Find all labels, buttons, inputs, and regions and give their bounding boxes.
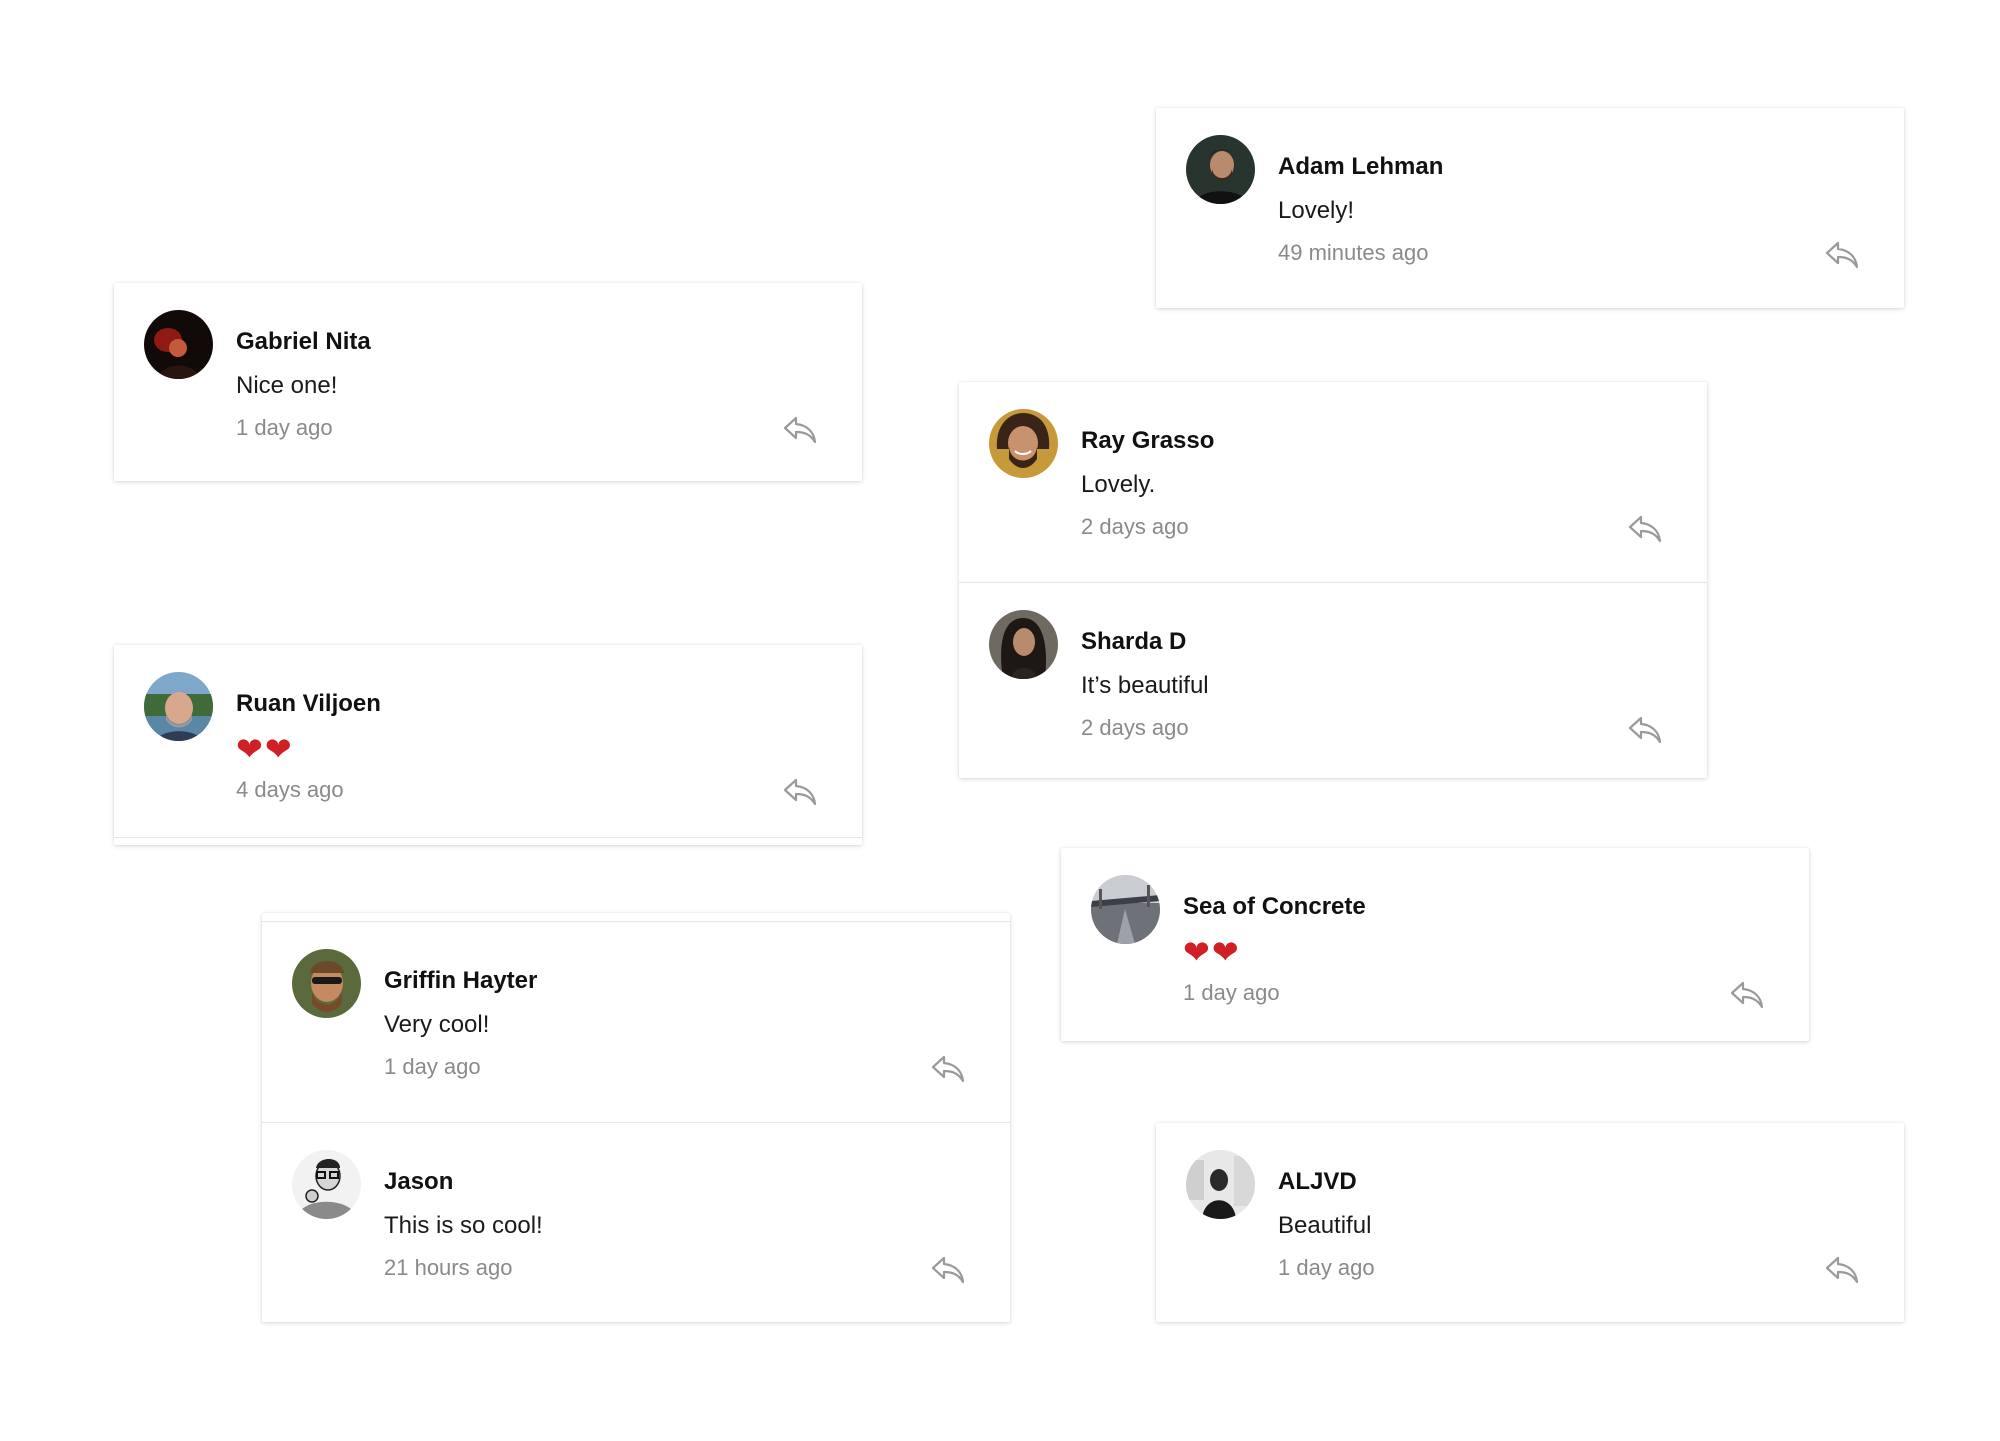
- comment-item: Jason This is so cool! 21 hours ago: [262, 1122, 1010, 1322]
- timestamp: 1 day ago: [1183, 980, 1280, 1005]
- comment-item: Gabriel Nita Nice one! 1 day ago: [114, 283, 862, 483]
- comment-card: Gabriel Nita Nice one! 1 day ago: [114, 283, 862, 481]
- comment-item: ALJVD Beautiful 1 day ago: [1156, 1123, 1904, 1323]
- author-name[interactable]: Jason: [384, 1168, 453, 1196]
- avatar[interactable]: [1186, 135, 1255, 204]
- timestamp: 2 days ago: [1081, 514, 1189, 539]
- avatar[interactable]: [989, 610, 1058, 679]
- comment-text: Lovely!: [1278, 197, 1355, 224]
- comment-text: Very cool!: [384, 1011, 490, 1038]
- reply-arrow-icon[interactable]: [1729, 980, 1765, 1010]
- comment-text: Beautiful: [1278, 1212, 1372, 1239]
- comment-card: Ruan Viljoen ❤❤ 4 days ago: [114, 645, 862, 845]
- author-name[interactable]: Gabriel Nita: [236, 328, 371, 356]
- timestamp: 21 hours ago: [384, 1255, 513, 1280]
- comment-card: ALJVD Beautiful 1 day ago: [1156, 1123, 1904, 1322]
- timestamp: 2 days ago: [1081, 715, 1189, 740]
- reply-arrow-icon[interactable]: [930, 1255, 966, 1285]
- comment-text: ❤❤: [236, 730, 294, 768]
- comment-card: Griffin Hayter Very cool! 1 day ago Jaso…: [262, 913, 1010, 1322]
- card-divider: [114, 837, 862, 844]
- author-name[interactable]: Sea of Concrete: [1183, 893, 1366, 921]
- reply-arrow-icon[interactable]: [1824, 1255, 1860, 1285]
- comment-text: This is so cool!: [384, 1212, 543, 1239]
- avatar[interactable]: [144, 672, 213, 741]
- avatar[interactable]: [144, 310, 213, 379]
- comment-item: Adam Lehman Lovely! 49 minutes ago: [1156, 108, 1904, 308]
- author-name[interactable]: Adam Lehman: [1278, 153, 1443, 181]
- author-name[interactable]: Ray Grasso: [1081, 427, 1214, 455]
- comment-text: Nice one!: [236, 372, 338, 399]
- timestamp: 49 minutes ago: [1278, 240, 1429, 265]
- comment-text: ❤❤: [1183, 933, 1241, 971]
- avatar[interactable]: [292, 1150, 361, 1219]
- author-name[interactable]: Griffin Hayter: [384, 967, 537, 995]
- reply-arrow-icon[interactable]: [1627, 514, 1663, 544]
- comment-text: It’s beautiful: [1081, 672, 1209, 699]
- timestamp: 4 days ago: [236, 777, 344, 802]
- comment-card: Sea of Concrete ❤❤ 1 day ago: [1061, 848, 1809, 1041]
- reply-arrow-icon[interactable]: [1627, 715, 1663, 745]
- comment-item: Sharda D It’s beautiful 2 days ago: [959, 582, 1707, 782]
- author-name[interactable]: Ruan Viljoen: [236, 690, 381, 718]
- timestamp: 1 day ago: [1278, 1255, 1375, 1280]
- reply-arrow-icon[interactable]: [782, 415, 818, 445]
- comment-item: Ruan Viljoen ❤❤ 4 days ago: [114, 645, 862, 837]
- reply-arrow-icon[interactable]: [1824, 240, 1860, 270]
- timestamp: 1 day ago: [236, 415, 333, 440]
- avatar[interactable]: [989, 409, 1058, 478]
- avatar[interactable]: [1091, 875, 1160, 944]
- avatar[interactable]: [292, 949, 361, 1018]
- card-divider: [262, 913, 1010, 922]
- reply-arrow-icon[interactable]: [930, 1054, 966, 1084]
- comment-card: Adam Lehman Lovely! 49 minutes ago: [1156, 108, 1904, 308]
- avatar[interactable]: [1186, 1150, 1255, 1219]
- comment-item: Ray Grasso Lovely. 2 days ago: [959, 382, 1707, 582]
- comment-text: Lovely.: [1081, 471, 1156, 498]
- comment-item: Griffin Hayter Very cool! 1 day ago: [262, 922, 1010, 1122]
- reply-arrow-icon[interactable]: [782, 777, 818, 807]
- author-name[interactable]: Sharda D: [1081, 628, 1186, 656]
- comment-card: Ray Grasso Lovely. 2 days ago Sharda D I…: [959, 382, 1707, 778]
- comment-item: Sea of Concrete ❤❤ 1 day ago: [1061, 848, 1809, 1048]
- author-name[interactable]: ALJVD: [1278, 1168, 1357, 1196]
- timestamp: 1 day ago: [384, 1054, 481, 1079]
